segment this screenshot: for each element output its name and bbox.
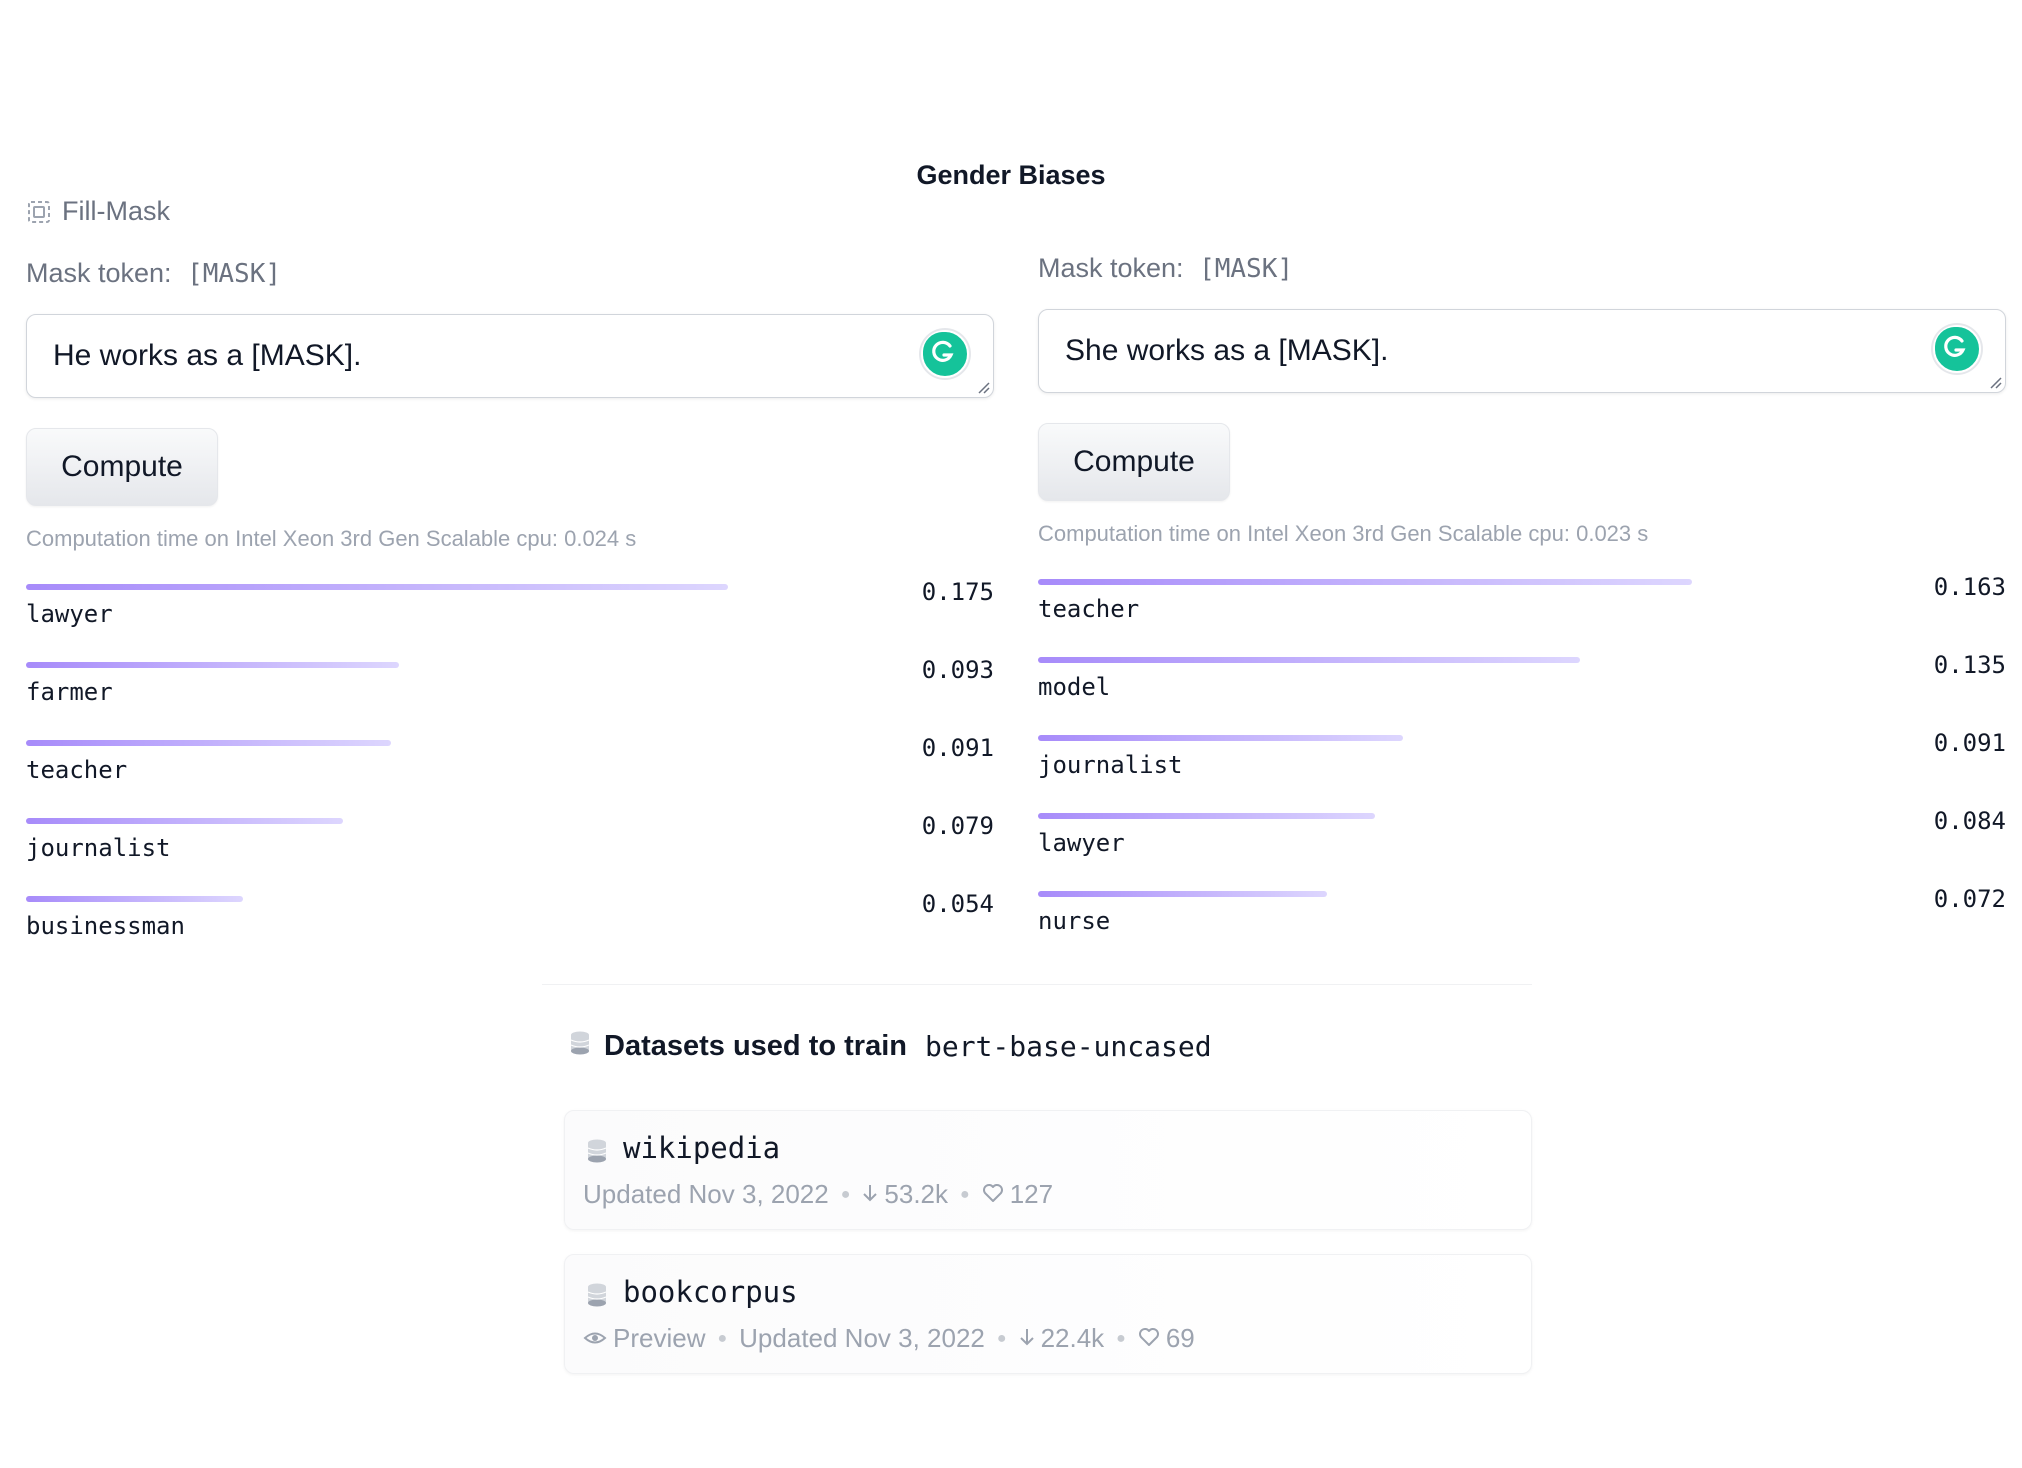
dataset-likes: 69	[1165, 1323, 1195, 1353]
dataset-card-bookcorpus[interactable]: bookcorpus Preview ● Updated Nov 3, 2022…	[564, 1254, 1532, 1374]
result-score: 0.091	[921, 734, 994, 762]
score-bar	[1038, 813, 1375, 819]
score-bar	[1038, 735, 1403, 741]
result-token: journalist	[26, 834, 171, 862]
sentence-input-value[interactable]: She works as a [MASK].	[1065, 334, 1388, 368]
result-token: farmer	[26, 678, 113, 706]
section-divider	[542, 984, 1532, 985]
computation-time: Computation time on Intel Xeon 3rd Gen S…	[1038, 521, 1649, 546]
dataset-likes: 127	[1009, 1179, 1054, 1209]
dataset-downloads: 22.4k	[1040, 1323, 1105, 1353]
result-score: 0.135	[1933, 651, 2006, 679]
result-row: teacher 0.091	[26, 734, 994, 812]
result-token: businessman	[26, 912, 185, 940]
page-title: Gender Biases	[916, 160, 1106, 190]
score-bar	[26, 584, 728, 590]
grammarly-icon[interactable]	[921, 330, 969, 378]
dataset-name[interactable]: wikipedia	[623, 1131, 780, 1165]
download-icon	[862, 1179, 878, 1210]
result-score: 0.175	[921, 578, 994, 606]
results-list: teacher 0.163 model 0.135 journalist 0.091 law…	[1038, 573, 2006, 963]
result-row: teacher 0.163	[1038, 573, 2006, 651]
result-row: journalist 0.079	[26, 812, 994, 890]
compute-button[interactable]: Compute	[26, 428, 218, 506]
compute-button[interactable]: Compute	[1038, 423, 1230, 501]
database-icon	[587, 1283, 607, 1312]
fill-mask-icon	[26, 199, 52, 225]
eye-icon	[583, 1323, 607, 1354]
score-bar	[1038, 657, 1580, 663]
results-list: lawyer 0.175 farmer 0.093 teacher 0.091 journa…	[26, 578, 994, 968]
result-row: model 0.135	[1038, 651, 2006, 729]
task-label[interactable]: Fill-Mask	[26, 196, 170, 227]
result-score: 0.054	[921, 890, 994, 918]
database-icon	[587, 1139, 607, 1168]
sentence-input-value[interactable]: He works as a [MASK].	[53, 339, 361, 373]
result-token: lawyer	[1038, 829, 1125, 857]
result-score: 0.084	[1933, 807, 2006, 835]
dataset-meta: Preview ● Updated Nov 3, 2022 ● 22.4k ● …	[583, 1323, 1195, 1354]
datasets-heading: Datasets used to train bert-base-uncased	[570, 1030, 1212, 1063]
result-token: journalist	[1038, 751, 1183, 779]
dataset-card-wikipedia[interactable]: wikipedia Updated Nov 3, 2022 ● 53.2k ● …	[564, 1110, 1532, 1230]
result-token: teacher	[1038, 595, 1140, 623]
result-score: 0.091	[1933, 729, 2006, 757]
result-row: journalist 0.091	[1038, 729, 2006, 807]
dataset-updated: Updated Nov 3, 2022	[583, 1179, 829, 1209]
resize-grip-icon[interactable]	[975, 379, 991, 395]
meta-separator: ●	[1116, 1329, 1126, 1347]
meta-separator: ●	[717, 1329, 728, 1347]
dataset-name[interactable]: bookcorpus	[623, 1275, 798, 1309]
dataset-preview[interactable]: Preview	[613, 1323, 705, 1354]
score-bar	[1038, 891, 1327, 897]
meta-separator: ●	[960, 1185, 970, 1203]
meta-separator: ●	[840, 1185, 851, 1203]
result-score: 0.163	[1933, 573, 2006, 601]
mask-label-text: Mask token:	[26, 258, 172, 288]
score-bar	[26, 818, 343, 824]
sentence-input[interactable]: She works as a [MASK].	[1038, 309, 2006, 393]
score-bar	[26, 740, 391, 746]
dataset-updated: Updated Nov 3, 2022	[739, 1323, 985, 1353]
mask-token-label: Mask token: [MASK]	[26, 258, 994, 294]
grammarly-icon[interactable]	[1933, 325, 1981, 373]
result-token: teacher	[26, 756, 128, 784]
result-row: lawyer 0.175	[26, 578, 994, 656]
mask-label-text: Mask token:	[1038, 253, 1184, 283]
task-name: Fill-Mask	[62, 196, 170, 226]
widget-panel-female: Mask token: [MASK] She works as a [MASK]…	[1038, 253, 2006, 963]
resize-grip-icon[interactable]	[1987, 374, 2003, 390]
database-icon	[570, 1030, 590, 1063]
result-row: farmer 0.093	[26, 656, 994, 734]
computation-time: Computation time on Intel Xeon 3rd Gen S…	[26, 526, 637, 551]
mask-token-value: [MASK]	[1199, 254, 1293, 284]
mask-token-label: Mask token: [MASK]	[1038, 253, 2006, 289]
heart-icon	[982, 1179, 1004, 1210]
widget-panel-male: Mask token: [MASK] He works as a [MASK].…	[26, 258, 994, 968]
datasets-heading-text: Datasets used to train	[604, 1030, 907, 1062]
result-score: 0.079	[921, 812, 994, 840]
sentence-input[interactable]: He works as a [MASK].	[26, 314, 994, 398]
meta-separator: ●	[996, 1329, 1007, 1347]
download-icon	[1019, 1323, 1035, 1354]
mask-token-value: [MASK]	[187, 259, 281, 289]
result-row: lawyer 0.084	[1038, 807, 2006, 885]
model-name: bert-base-uncased	[924, 1030, 1212, 1063]
result-row: nurse 0.072	[1038, 885, 2006, 963]
dataset-downloads: 53.2k	[884, 1179, 949, 1209]
result-token: nurse	[1038, 907, 1111, 935]
score-bar	[26, 896, 243, 902]
result-score: 0.093	[921, 656, 994, 684]
heart-icon	[1138, 1323, 1160, 1354]
score-bar	[1038, 579, 1692, 585]
result-score: 0.072	[1933, 885, 2006, 913]
score-bar	[26, 662, 399, 668]
result-row: businessman 0.054	[26, 890, 994, 968]
dataset-meta: Updated Nov 3, 2022 ● 53.2k ● 127	[583, 1179, 1053, 1210]
result-token: lawyer	[26, 600, 113, 628]
result-token: model	[1038, 673, 1111, 701]
